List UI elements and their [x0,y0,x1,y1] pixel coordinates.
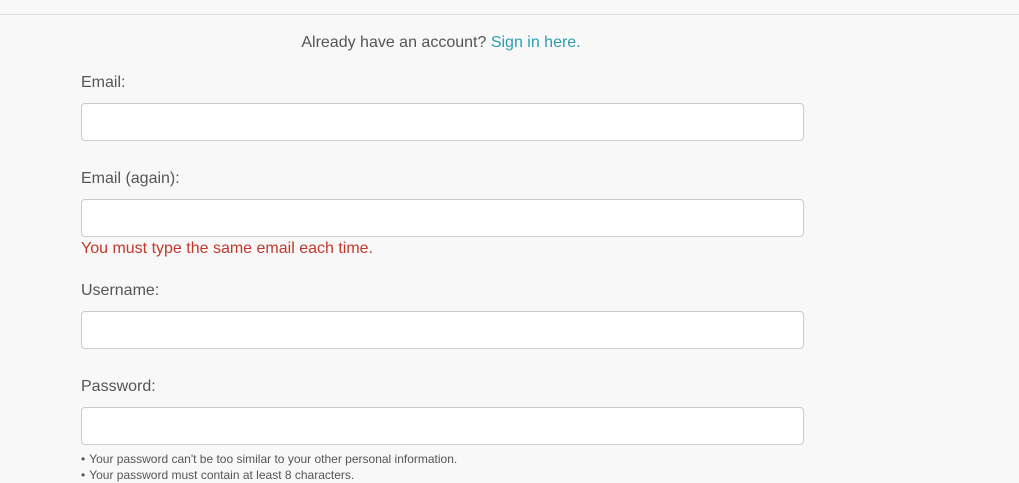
signin-prompt-text: Already have an account? [301,34,487,51]
password-field[interactable] [81,407,804,445]
password-group: Password: • Your password can't be too si… [81,377,804,483]
email-again-field[interactable] [81,199,804,237]
signin-prompt-line: Already have an account? Sign in here. [0,33,882,53]
top-divider [0,14,1019,15]
signin-period: . [576,34,581,51]
email-again-label: Email (again): [81,170,180,187]
email-field[interactable] [81,103,804,141]
username-label: Username: [81,282,160,299]
bullet-icon: • [81,468,86,482]
password-hint: • Your password can't be too similar to y… [81,452,458,466]
signup-form: Email: Email (again): You must type the … [81,73,804,483]
bullet-icon: • [81,452,86,466]
username-field[interactable] [81,311,804,349]
email-again-group: Email (again): You must type the same em… [81,169,804,259]
sign-in-link[interactable]: Sign in here [491,34,576,51]
email-label: Email: [81,74,126,91]
password-label: Password: [81,378,156,395]
email-mismatch-error: You must type the same email each time. [81,240,373,257]
email-group: Email: [81,73,804,141]
username-group: Username: [81,281,804,349]
password-hint: • Your password must contain at least 8 c… [81,468,355,482]
password-hints: • Your password can't be too similar to y… [81,451,804,483]
